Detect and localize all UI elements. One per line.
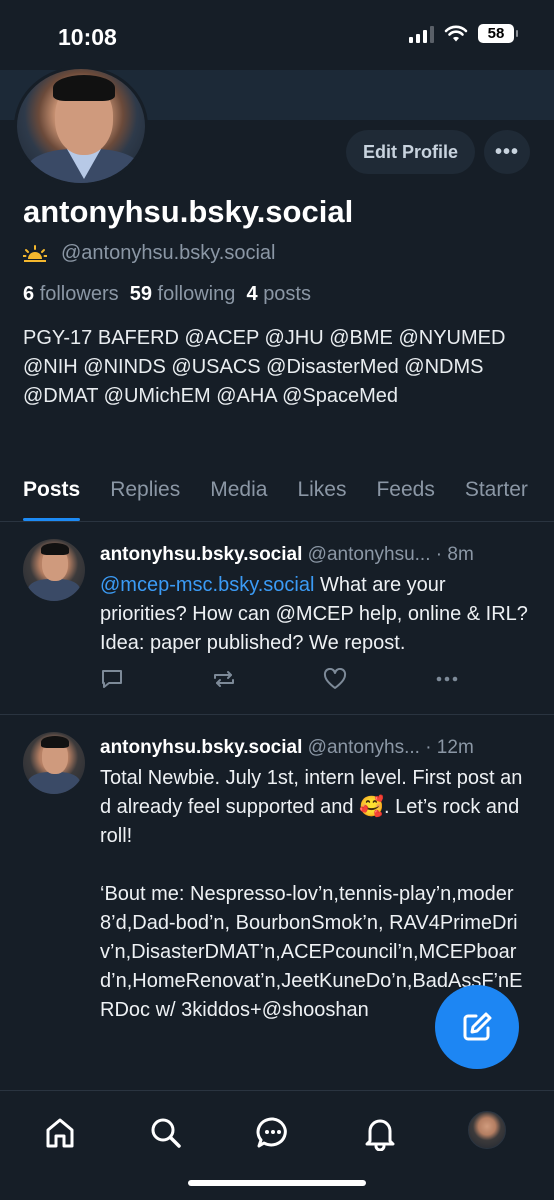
nav-chat[interactable]: [251, 1111, 295, 1155]
post-time: · 8m: [435, 544, 474, 565]
repost-icon[interactable]: [211, 668, 237, 690]
followers-label[interactable]: followers: [40, 283, 119, 305]
followers-count[interactable]: 6: [23, 283, 34, 305]
profile-avatar[interactable]: [14, 66, 148, 186]
status-bar: 10:08 58: [0, 0, 554, 70]
tab-starter[interactable]: Starter: [465, 470, 528, 521]
tab-likes[interactable]: Likes: [297, 470, 346, 521]
post-author-name[interactable]: antonyhsu.bsky.social: [100, 737, 302, 758]
tab-feeds[interactable]: Feeds: [376, 470, 434, 521]
pencil-icon: [463, 1012, 492, 1041]
post-avatar[interactable]: [23, 732, 85, 794]
status-icons: 58: [409, 24, 518, 43]
more-options-button[interactable]: •••: [484, 130, 530, 174]
post-header: antonyhsu.bsky.social @antonyhs... · 12m: [100, 737, 474, 759]
bell-icon[interactable]: [362, 1115, 398, 1151]
nav-search[interactable]: [144, 1111, 188, 1155]
tab-posts[interactable]: Posts: [23, 470, 81, 521]
home-icon[interactable]: [42, 1115, 78, 1151]
following-count[interactable]: 59: [130, 283, 152, 305]
battery-icon: 58: [478, 24, 518, 43]
like-icon[interactable]: [323, 668, 347, 690]
nav-notifications[interactable]: [358, 1111, 402, 1155]
profile-display-name: antonyhsu.bsky.social: [23, 194, 354, 229]
posts-label: posts: [263, 283, 311, 305]
edit-profile-button[interactable]: Edit Profile: [346, 130, 475, 174]
sunrise-icon: [23, 244, 47, 262]
tab-replies[interactable]: Replies: [110, 470, 180, 521]
post-item[interactable]: antonyhsu.bsky.social @antonyhsu... · 8m…: [0, 522, 554, 715]
post-author-name[interactable]: antonyhsu.bsky.social: [100, 544, 302, 565]
post-actions: [100, 668, 460, 690]
compose-button[interactable]: [435, 985, 519, 1069]
signal-icon: [409, 25, 434, 43]
post-author-handle[interactable]: @antonyhs...: [308, 737, 420, 758]
status-time: 10:08: [58, 24, 117, 50]
post-time: · 12m: [425, 737, 474, 758]
profile-tabs: Posts Replies Media Likes Feeds Starter: [0, 470, 554, 522]
profile-handle-row: @antonyhsu.bsky.social: [23, 242, 275, 265]
post-author-handle[interactable]: @antonyhsu...: [308, 544, 431, 565]
home-indicator: [188, 1180, 366, 1186]
profile-handle: @antonyhsu.bsky.social: [61, 242, 276, 264]
post-mention-link[interactable]: @mcep-msc.bsky.social: [100, 574, 314, 596]
nav-home[interactable]: [38, 1111, 82, 1155]
posts-count: 4: [246, 283, 258, 305]
wifi-icon: [444, 25, 468, 41]
profile-bio: PGY-17 BAFERD @ACEP @JHU @BME @NYUMED @N…: [23, 327, 506, 407]
search-icon[interactable]: [148, 1115, 184, 1151]
reply-icon[interactable]: [100, 668, 124, 690]
nav-profile-avatar[interactable]: [468, 1111, 506, 1149]
profile-stats: 6 followers 59 following 4 posts: [23, 283, 311, 306]
following-label[interactable]: following: [158, 283, 236, 305]
post-text: @mcep-msc.bsky.social What are your prio…: [100, 571, 530, 658]
post-header: antonyhsu.bsky.social @antonyhsu... · 8m: [100, 544, 474, 566]
chat-icon[interactable]: [255, 1115, 291, 1151]
more-icon[interactable]: [434, 668, 460, 690]
tab-media[interactable]: Media: [210, 470, 267, 521]
post-avatar[interactable]: [23, 539, 85, 601]
